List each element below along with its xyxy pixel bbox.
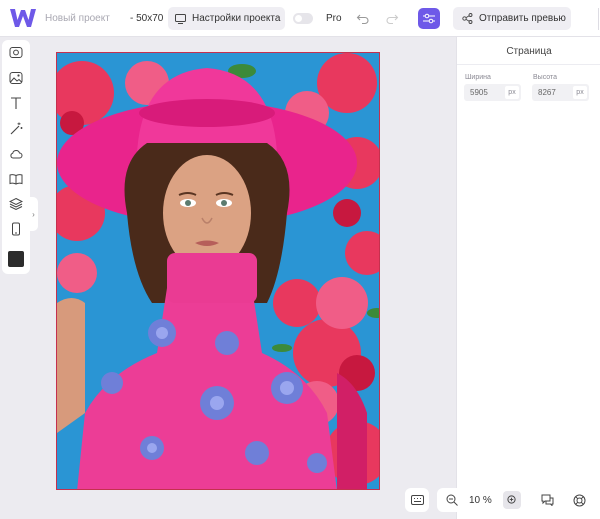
pro-label: Pro [326,13,342,24]
height-value: 8267 [538,88,556,97]
redo-icon[interactable] [385,11,399,25]
lifebuoy-icon [573,494,585,506]
height-field[interactable]: 8267 px [532,84,589,101]
height-label: Высота [533,74,558,81]
top-bar: Новый проект - 50x70 Настройки проекта P… [0,0,600,37]
width-label: Ширина [465,74,491,81]
keyboard-icon [410,495,424,505]
zoom-control: 10 % [437,488,527,512]
properties-panel: Страница Ширина 5905 px Высота 8267 px [456,37,600,519]
divider [598,8,599,30]
cloud-icon[interactable] [9,147,23,161]
send-preview-label: Отправить превью [479,13,566,24]
monitor-icon [175,13,186,24]
chat-icon [541,494,553,506]
height-unit: px [573,86,587,99]
text-icon[interactable] [9,96,23,110]
panel-title: Страница [506,46,552,57]
project-settings-button[interactable]: Настройки проекта [168,7,285,30]
layers-icon[interactable] [9,197,23,211]
width-value: 5905 [470,88,488,97]
width-unit: px [505,86,519,99]
phone-icon[interactable] [9,222,23,236]
camera-icon[interactable] [9,45,23,59]
image-icon[interactable] [9,71,23,85]
book-icon[interactable] [9,172,23,186]
project-name[interactable]: Новый проект [45,13,110,24]
color-swatch[interactable] [8,251,24,267]
undo-icon[interactable] [356,11,370,25]
project-settings-label: Настройки проекта [192,13,281,24]
sidebar-collapse-toggle[interactable]: › [29,197,38,231]
divider [457,64,600,65]
zoom-value[interactable]: 10 % [469,495,492,506]
pro-toggle[interactable] [293,13,313,24]
comments-button[interactable] [535,488,559,512]
sliders-icon [423,13,435,24]
zoom-in-icon [507,495,516,504]
zoom-out-icon[interactable] [445,493,459,507]
share-icon [462,13,473,24]
keyboard-button[interactable] [405,488,429,512]
logo[interactable] [9,7,37,29]
project-size: - 50x70 [130,13,164,24]
adjustments-button[interactable] [418,8,440,29]
chevron-right-icon: › [32,209,35,219]
magic-wand-icon[interactable] [9,122,23,136]
canvas-page[interactable] [56,52,380,490]
zoom-in-button[interactable] [503,491,521,509]
send-preview-button[interactable]: Отправить превью [453,7,571,30]
tool-sidebar [2,40,30,274]
width-field[interactable]: 5905 px [464,84,521,101]
portrait-artwork [57,53,379,489]
help-button[interactable] [567,488,591,512]
